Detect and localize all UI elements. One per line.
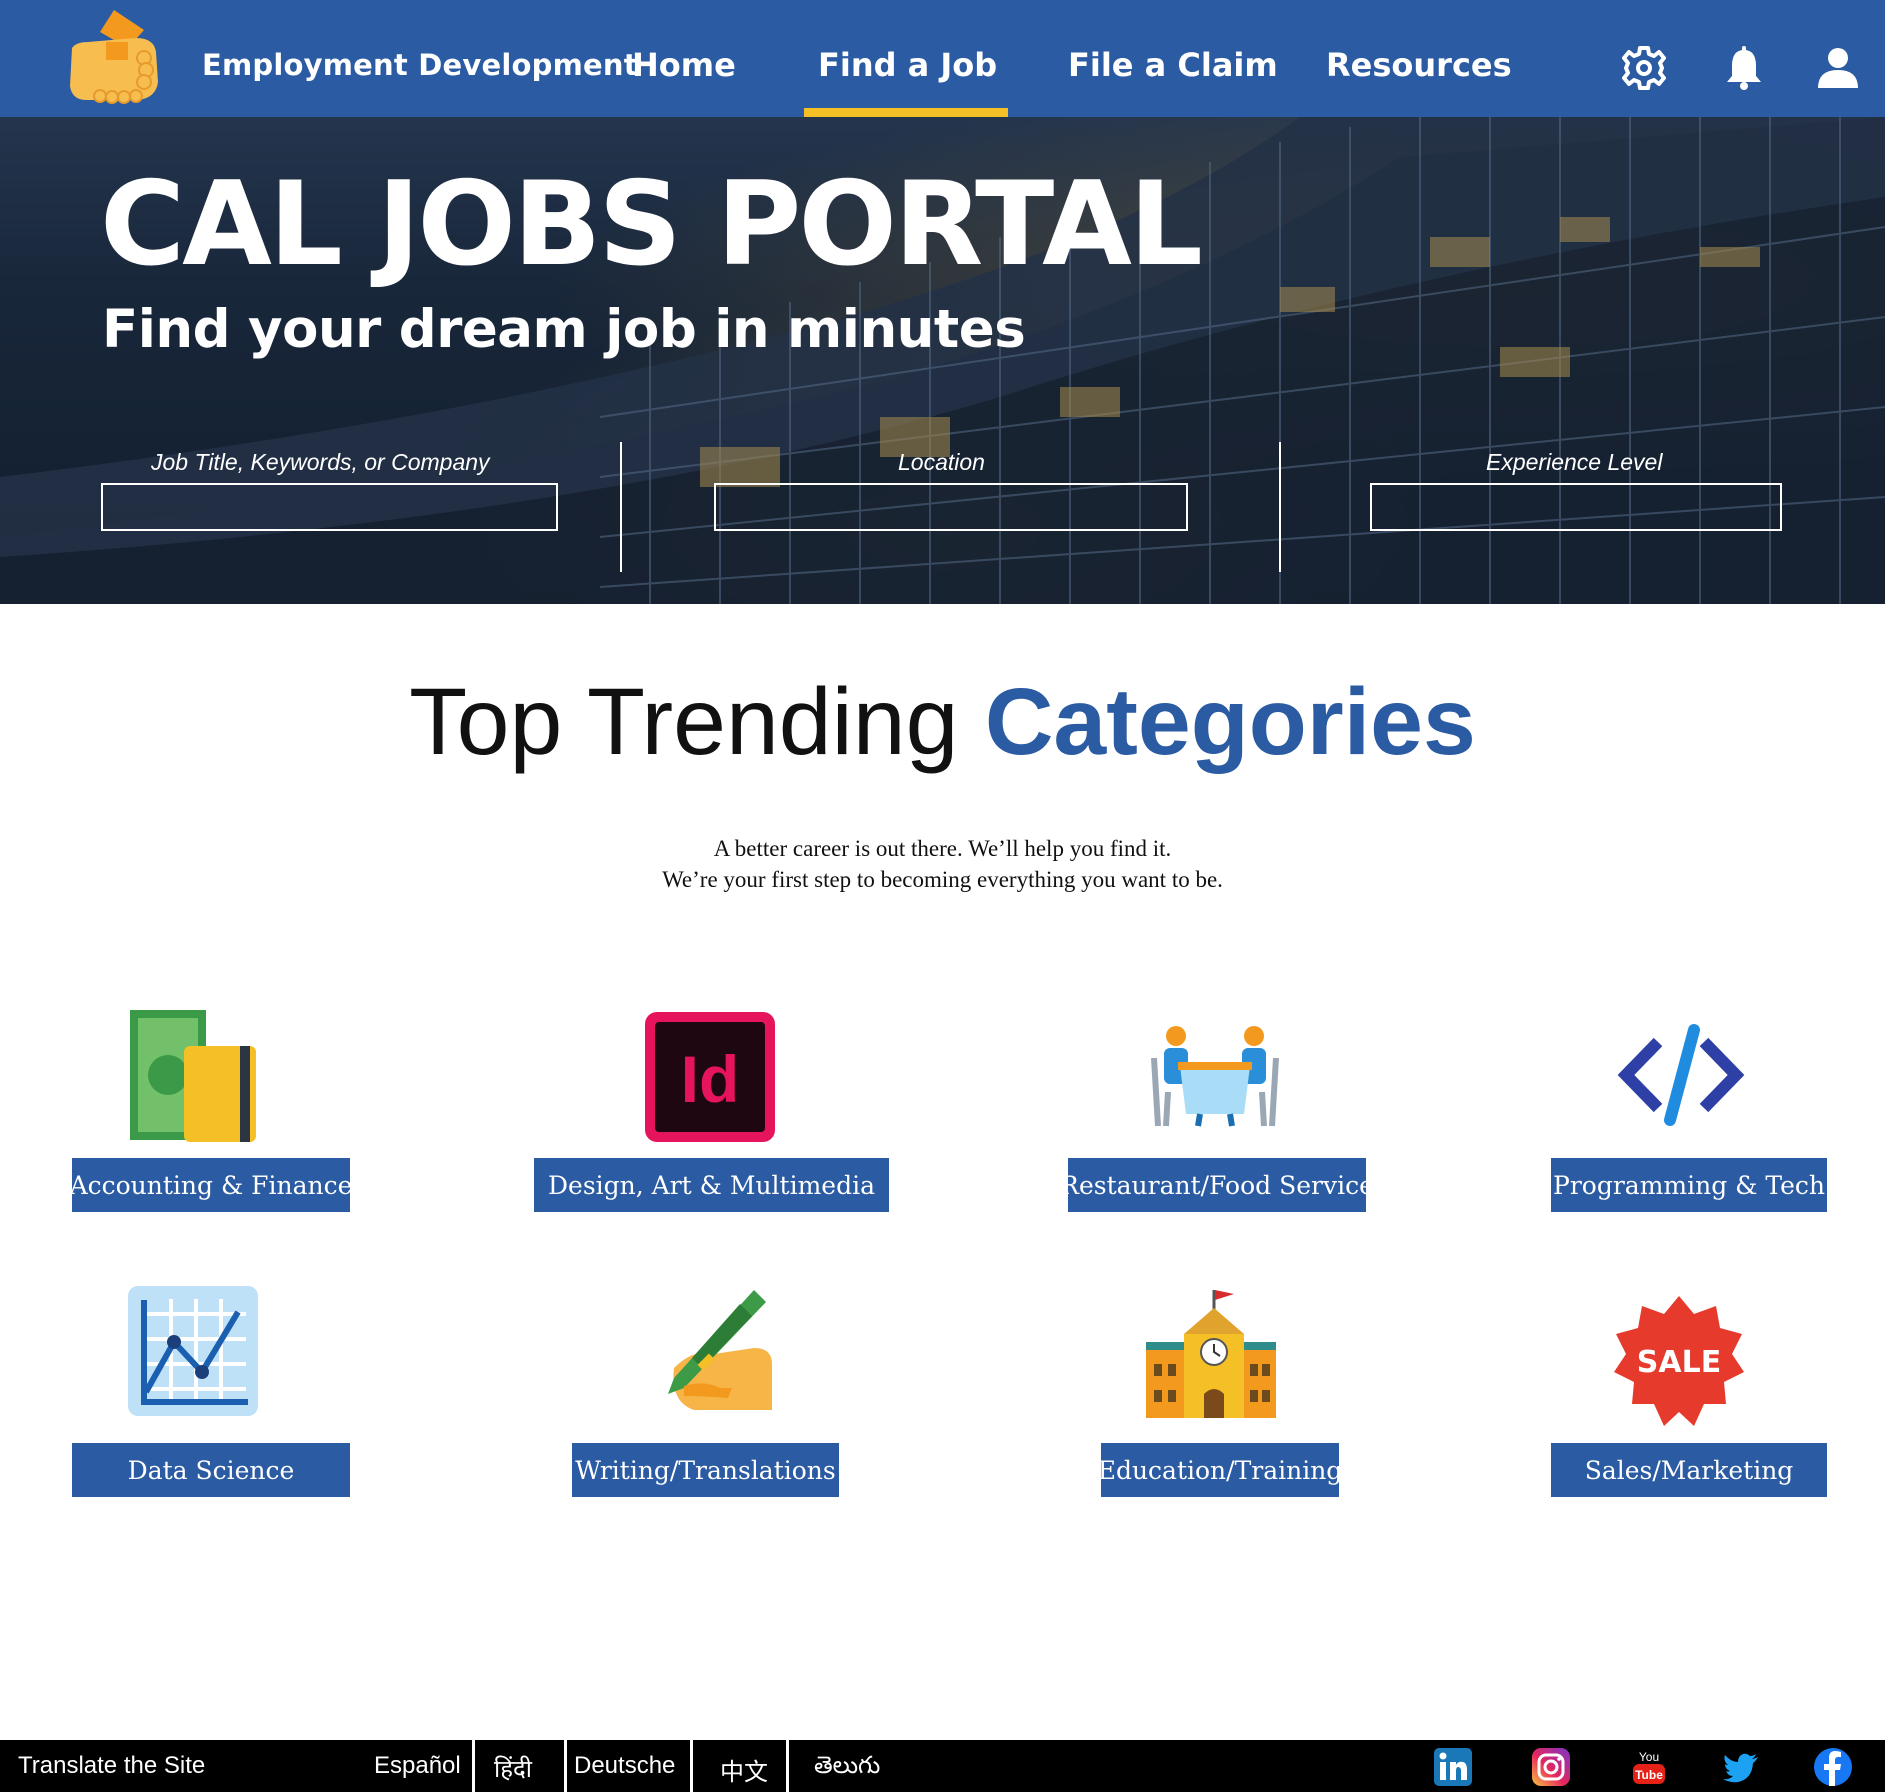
svg-text:You: You [1639, 1750, 1659, 1764]
svg-text:Tube: Tube [1635, 1768, 1663, 1782]
category-writing-translations[interactable]: Writing/Translations [572, 1443, 839, 1497]
keyword-field[interactable]: Job Title, Keywords, or Company [101, 449, 558, 531]
search-divider [620, 442, 622, 572]
nav-home[interactable]: Home [632, 46, 736, 84]
section-title: Top Trending Categories [0, 668, 1885, 777]
svg-text:Id: Id [681, 1042, 740, 1116]
category-accounting-finance[interactable]: Accounting & Finance [70, 1158, 352, 1212]
sale-badge-icon[interactable]: SALE [1612, 1294, 1746, 1428]
linkedin-icon[interactable] [1434, 1748, 1472, 1786]
instagram-icon[interactable] [1532, 1748, 1570, 1786]
school-building-icon[interactable] [1144, 1286, 1278, 1420]
keyword-field-label: Job Title, Keywords, or Company [151, 449, 490, 475]
handshake-logo-icon[interactable] [66, 8, 162, 108]
facebook-icon[interactable] [1814, 1748, 1852, 1786]
location-field[interactable]: Location [714, 449, 1188, 531]
nav-resources[interactable]: Resources [1326, 46, 1512, 84]
experience-field-label: Experience Level [1486, 449, 1663, 475]
location-field-label: Location [898, 449, 985, 475]
user-icon[interactable] [1814, 44, 1862, 92]
category-sales-marketing[interactable]: Sales/Marketing [1551, 1443, 1827, 1497]
gear-icon[interactable] [1620, 44, 1668, 92]
footer-bar: Translate the Site Español हिंदी Deutsch… [0, 1740, 1885, 1792]
pen-hand-icon[interactable] [644, 1284, 778, 1418]
lang-espanol[interactable]: Español [374, 1752, 461, 1780]
section-title-accent: Categories [984, 669, 1476, 775]
nav-file-a-claim[interactable]: File a Claim [1068, 46, 1278, 84]
category-education-training[interactable]: Education/Training [1098, 1443, 1342, 1497]
lang-deutsche[interactable]: Deutsche [574, 1752, 675, 1780]
youtube-icon[interactable]: You Tube [1630, 1748, 1668, 1786]
lang-separator [786, 1740, 789, 1792]
lang-chinese[interactable]: 中文 [720, 1752, 768, 1787]
lang-separator [690, 1740, 693, 1792]
tagline-line-1: A better career is out there. We’ll help… [713, 836, 1172, 861]
tagline-line-2: We’re your first step to becoming everyt… [662, 867, 1223, 892]
category-design-art-multimedia[interactable]: Design, Art & Multimedia [534, 1158, 889, 1212]
category-data-science[interactable]: Data Science [72, 1443, 350, 1497]
hero-subtitle: Find your dream job in minutes [102, 299, 1026, 360]
twitter-icon[interactable] [1722, 1748, 1760, 1786]
section-title-plain: Top Trending [409, 669, 985, 775]
brand-name[interactable]: Employment Development [202, 48, 638, 82]
money-card-icon[interactable] [128, 1008, 262, 1142]
category-programming-tech[interactable]: Programming & Tech [1551, 1158, 1827, 1212]
experience-input[interactable] [1372, 485, 1780, 529]
search-divider [1279, 442, 1281, 572]
lang-telugu[interactable]: తెలుగు [814, 1752, 880, 1785]
lang-separator [564, 1740, 567, 1792]
nav-find-a-job[interactable]: Find a Job [818, 46, 997, 84]
lang-separator [472, 1740, 475, 1792]
location-input[interactable] [716, 485, 1186, 529]
translate-label: Translate the Site [18, 1752, 206, 1779]
hero-title: CAL JOBS PORTAL [100, 157, 1203, 292]
hero-banner: CAL JOBS PORTAL Find your dream job in m… [0, 117, 1885, 604]
svg-text:SALE: SALE [1637, 1345, 1721, 1380]
lang-hindi[interactable]: हिंदी [494, 1752, 532, 1785]
code-icon[interactable] [1614, 1008, 1748, 1142]
category-restaurant-food-service[interactable]: Restaurant/Food Service [1060, 1158, 1374, 1212]
experience-field[interactable]: Experience Level [1370, 449, 1782, 531]
dining-table-icon[interactable] [1148, 1022, 1282, 1156]
indesign-icon[interactable]: Id [643, 1010, 777, 1144]
top-nav-bar: Employment Development Home Find a Job F… [0, 0, 1885, 117]
keyword-input[interactable] [103, 485, 556, 529]
active-tab-underline [804, 108, 1008, 117]
bell-icon[interactable] [1720, 44, 1768, 92]
line-chart-icon[interactable] [126, 1284, 260, 1418]
